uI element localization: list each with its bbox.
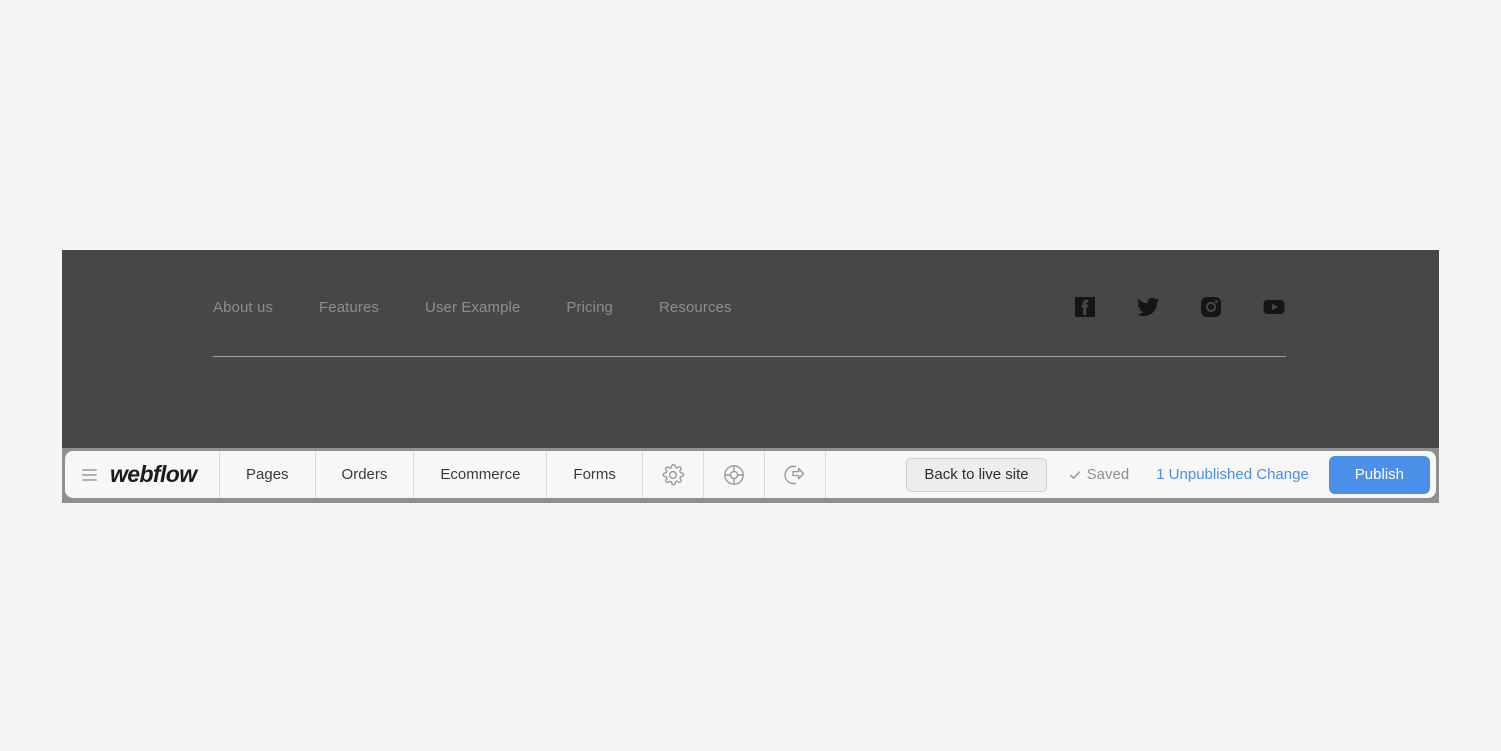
save-status: Saved [1069, 466, 1130, 483]
facebook-icon[interactable] [1073, 295, 1097, 319]
webflow-logo: webflow [110, 461, 197, 487]
footer-link-resources[interactable]: Resources [659, 299, 732, 316]
tab-pages[interactable]: Pages [220, 451, 316, 498]
tab-ecommerce-label: Ecommerce [440, 466, 521, 483]
footer-divider [213, 356, 1286, 357]
help-button[interactable] [704, 451, 765, 498]
unpublished-changes-link[interactable]: 1 Unpublished Change [1156, 466, 1309, 483]
footer-social-links [1073, 295, 1286, 319]
publish-button[interactable]: Publish [1328, 455, 1430, 494]
tab-forms-label: Forms [573, 466, 616, 483]
site-footer-preview: About us Features User Example Pricing R… [62, 250, 1439, 448]
hamburger-icon[interactable] [82, 468, 97, 481]
export-share-icon [784, 465, 805, 484]
designer-toolbar: webflow Pages Orders Ecommerce Forms Bac… [65, 451, 1436, 498]
tab-pages-label: Pages [246, 466, 289, 483]
saved-label: Saved [1086, 466, 1130, 483]
tab-forms[interactable]: Forms [547, 451, 643, 498]
designer-toolbar-frame: webflow Pages Orders Ecommerce Forms Bac… [62, 448, 1439, 503]
footer-link-user-example[interactable]: User Example [425, 299, 520, 316]
brand-menu-button[interactable]: webflow [65, 451, 220, 498]
footer-top-row: About us Features User Example Pricing R… [213, 291, 1286, 323]
footer-link-features[interactable]: Features [319, 299, 379, 316]
settings-button[interactable] [643, 451, 704, 498]
youtube-icon[interactable] [1262, 295, 1286, 319]
lifebuoy-help-icon [724, 464, 744, 485]
tab-orders[interactable]: Orders [316, 451, 415, 498]
back-to-live-site-button[interactable]: Back to live site [906, 457, 1047, 492]
screen: About us Features User Example Pricing R… [0, 0, 1501, 751]
footer-link-about-us[interactable]: About us [213, 299, 273, 316]
footer-link-pricing[interactable]: Pricing [566, 299, 613, 316]
instagram-icon[interactable] [1199, 295, 1223, 319]
tab-ecommerce[interactable]: Ecommerce [414, 451, 548, 498]
footer-navigation: About us Features User Example Pricing R… [213, 299, 732, 316]
toolbar-right-cluster: Back to live site Saved 1 Unpublished Ch… [906, 451, 1436, 498]
twitter-icon[interactable] [1136, 295, 1160, 319]
settings-gear-icon [662, 463, 685, 485]
export-button[interactable] [765, 451, 826, 498]
check-icon [1069, 470, 1080, 479]
tab-orders-label: Orders [341, 466, 388, 483]
